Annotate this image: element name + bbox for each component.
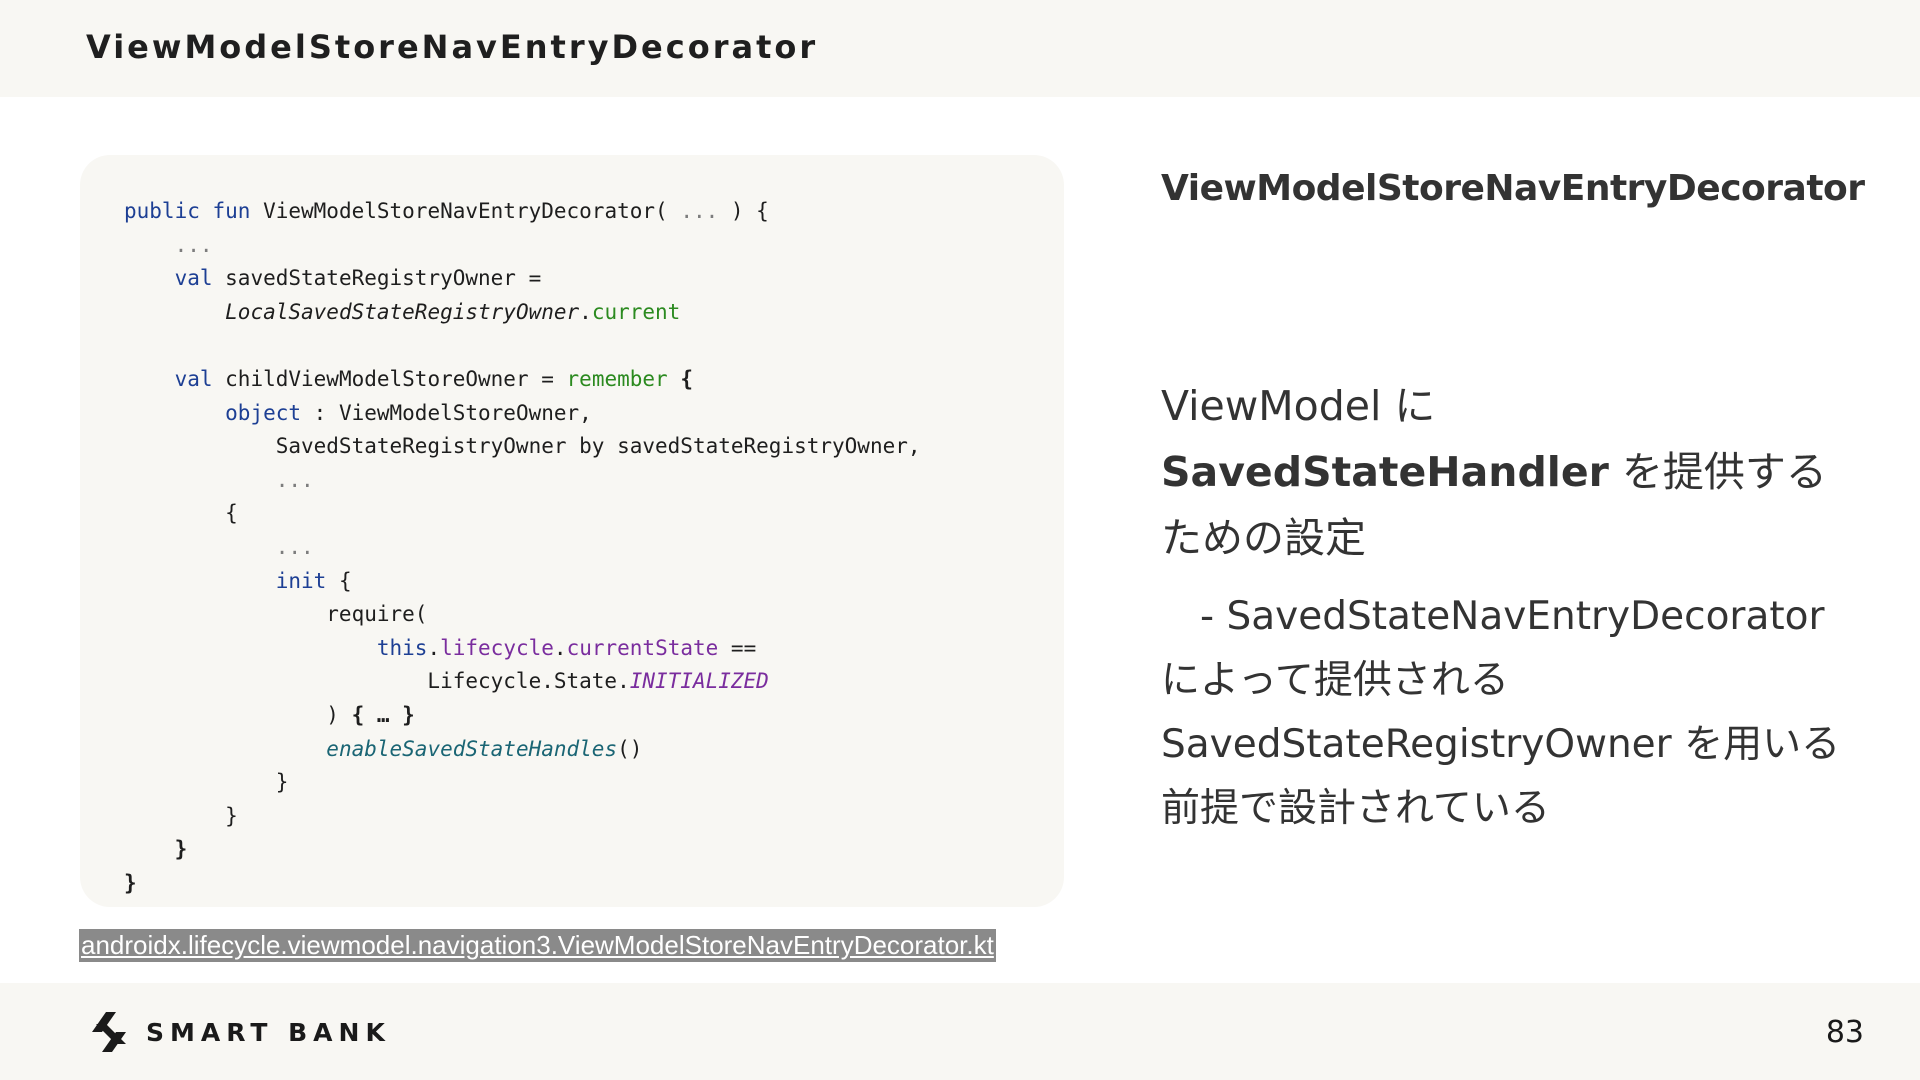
code-line: ... [124,531,921,565]
code-line: public fun ViewModelStoreNavEntryDecorat… [124,195,921,229]
code-block: public fun ViewModelStoreNavEntryDecorat… [80,155,1064,907]
code-token: { [667,366,693,391]
code-token: public fun [124,199,251,223]
code-token: . [553,635,567,660]
code-line: ) { … } [124,699,921,733]
code-listing: public fun ViewModelStoreNavEntryDecorat… [124,195,921,900]
code-line: } [124,800,921,834]
code-line: { [124,497,921,531]
code-token: currentState [566,635,719,660]
code-token: lifecycle [440,635,554,660]
code-token: ) { [718,199,769,223]
code-token: Lifecycle.State. [124,669,630,694]
code-token: init [275,568,327,593]
smartbank-logo-icon [92,1012,126,1052]
code-line: ... [124,464,921,498]
code-token: } [124,803,238,828]
code-token: require( [124,602,428,627]
code-token: SavedStateRegistryOwner by savedStateReg… [124,434,921,459]
code-token: . [579,299,592,324]
code-token: INITIALIZED [629,669,769,694]
page-number: 83 [1825,1015,1864,1050]
description-note: - SavedStateNavEntryDecorator によって提供される … [1161,594,1841,831]
code-token: ... [680,199,719,223]
code-token: val [174,266,213,291]
code-line: require( [124,598,921,632]
code-line: SavedStateRegistryOwner by savedStateReg… [124,430,921,464]
code-line: this.lifecycle.currentState == [124,632,921,666]
code-token: ... [275,534,314,559]
code-token: { [124,501,238,526]
header-bar: ViewModelStoreNavEntryDecorator [0,0,1920,97]
code-token: savedStateRegistryOwner = [212,266,542,291]
code-token: } [124,870,137,895]
code-token: childViewModelStoreOwner = [212,366,567,391]
code-token: : ViewModelStoreOwner, [301,400,592,425]
code-token: object [225,400,302,425]
description-prefix: ViewModel に [1161,382,1436,430]
page-title: ViewModelStoreNavEntryDecorator [86,28,819,66]
code-line: } [124,766,921,800]
code-token: { … } [351,702,415,727]
section-heading: ViewModelStoreNavEntryDecorator [1161,168,1865,209]
code-token: } [124,837,188,862]
code-token: } [124,770,289,795]
code-token: == [718,635,757,660]
source-file-caption: androidx.lifecycle.viewmodel.navigation3… [79,929,996,962]
code-token: ViewModelStoreNavEntryDecorator( [250,199,681,223]
code-line: ... [124,229,921,263]
code-line: val savedStateRegistryOwner = [124,262,921,296]
code-line: object : ViewModelStoreOwner, [124,397,921,431]
company-logo: SMART BANK [92,1010,391,1054]
code-line: val childViewModelStoreOwner = remember … [124,363,921,397]
code-line: enableSavedStateHandles() [124,733,921,767]
code-token: . [427,635,441,660]
code-token: () [617,736,643,761]
description-emphasis: SavedStateHandler [1161,448,1609,496]
description-text: ViewModel に SavedStateHandler を提供するための設定 [1161,373,1851,571]
code-token: current [591,299,681,324]
code-token: LocalSavedStateRegistryOwner [225,299,580,324]
logo-wordmark: SMART BANK [146,1017,391,1047]
code-token: remember [566,366,668,391]
code-line: init { [124,565,921,599]
code-token: { [326,568,352,593]
code-line: LocalSavedStateRegistryOwner.current [124,296,921,330]
code-token: ... [275,467,314,492]
code-token: enableSavedStateHandles [326,736,618,761]
code-line: Lifecycle.State.INITIALIZED [124,665,921,699]
code-token: ... [174,232,213,257]
code-token: this [376,635,428,660]
code-line: } [124,833,921,867]
code-token: ) [124,702,352,727]
code-token: val [174,366,213,391]
code-line: } [124,867,921,901]
